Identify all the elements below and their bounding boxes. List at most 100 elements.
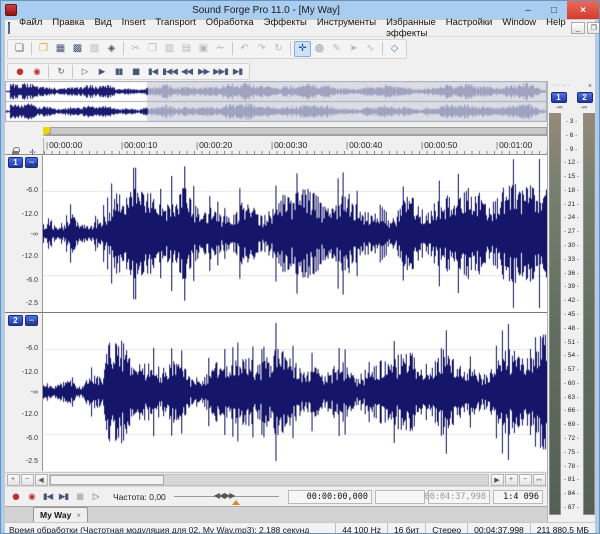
record-button[interactable]: ● — [11, 65, 28, 79]
mdi-minimize-button[interactable]: _ — [571, 22, 585, 34]
meter-channel-2-button[interactable]: 2 — [577, 92, 593, 103]
menu-item-7[interactable]: Эффекты — [259, 17, 312, 39]
trim-crop-icon[interactable]: ✁ — [212, 41, 229, 57]
overview-bar[interactable] — [5, 81, 547, 126]
meter-scale-value: 12 — [564, 160, 579, 166]
pencil-tool-icon[interactable]: ✎ — [328, 41, 345, 57]
play-mini-button[interactable]: ▷ — [88, 489, 103, 504]
render-as-icon[interactable]: ◈ — [103, 41, 120, 57]
zoom-out-time-button[interactable]: − — [519, 474, 532, 486]
stop-mini-button[interactable]: ■ — [72, 489, 87, 504]
go-to-end-button[interactable]: ▶▮ — [229, 65, 246, 79]
db-label: -12.0 — [22, 411, 38, 418]
meter-channel-1-button[interactable]: 1 — [551, 92, 567, 103]
zoom-ratio-field[interactable]: 1:4 096 — [493, 490, 543, 504]
document-tab[interactable]: My Way × — [33, 507, 88, 522]
event-tool-icon[interactable]: ➤ — [345, 41, 362, 57]
record-remote-button[interactable]: ◉ — [28, 65, 45, 79]
save-as-icon[interactable]: ▩ — [69, 41, 86, 57]
zoom-in-time-button[interactable]: + — [505, 474, 518, 486]
waveform-channel-1[interactable] — [43, 155, 547, 312]
meter-scale-value: 42 — [564, 298, 579, 304]
menu-item-1[interactable]: Файл — [14, 17, 47, 39]
zoom-fit-button[interactable]: ⇿ — [533, 474, 546, 486]
db-label: -∞ — [31, 231, 38, 238]
play-button[interactable]: ▶ — [93, 65, 110, 79]
time-ruler[interactable]: 00:00:0000:00:1000:00:2000:00:3000:00:40… — [43, 138, 547, 154]
channel-2-button[interactable]: 2 — [8, 315, 23, 326]
auto-snapshot-icon[interactable]: ◇ — [386, 41, 403, 57]
menu-item-10[interactable]: Настройки — [441, 17, 498, 39]
menu-item-6[interactable]: Обработка — [201, 17, 259, 39]
forward-button[interactable]: ▶▶ — [195, 65, 212, 79]
go-to-start-button[interactable]: ▮◀ — [144, 65, 161, 79]
tab-label: My Way — [40, 510, 71, 520]
panel-drag-handle[interactable]: ······ — [551, 84, 571, 88]
new-file-icon[interactable]: ❏ — [11, 41, 28, 57]
menu-item-8[interactable]: Инструменты — [312, 17, 381, 39]
go-to-end-mini-button[interactable]: ▶▮ — [56, 489, 71, 504]
selection-start-field[interactable] — [375, 490, 425, 504]
tab-close-icon[interactable]: × — [76, 511, 81, 520]
app-icon — [5, 4, 17, 16]
mdi-restore-button[interactable]: ❐ — [587, 22, 600, 34]
paste-special-icon[interactable]: ▤ — [178, 41, 195, 57]
cut-icon[interactable]: ✂ — [127, 41, 144, 57]
meter-scale-value: 87 — [564, 505, 579, 511]
save-icon[interactable]: ▦ — [52, 41, 69, 57]
cursor-position-field[interactable]: 00:00:00,000 — [288, 490, 372, 504]
meter-scale-value: 72 — [564, 436, 579, 442]
magnify-tool-icon[interactable]: ◎ — [311, 41, 328, 57]
waveform-channel-2[interactable] — [43, 313, 547, 471]
zoom-in-button[interactable]: + — [7, 474, 20, 486]
loop-playback-button[interactable]: ↻ — [52, 65, 69, 79]
scrub-slider-handle[interactable]: ◀◀▶▶ — [214, 491, 235, 500]
meter-scale-value: 15 — [564, 174, 579, 180]
envelope-tool-icon[interactable]: ∿ — [362, 41, 379, 57]
rewind-fast-button[interactable]: ▮◀◀ — [161, 65, 178, 79]
menu-item-2[interactable]: Правка — [47, 17, 89, 39]
go-to-start-mini-button[interactable]: ▮◀ — [40, 489, 55, 504]
menu-item-5[interactable]: Transport — [150, 17, 200, 39]
db-label: -6.0 — [26, 435, 38, 442]
ruler-label: 00:01:00 — [496, 140, 532, 150]
record-remote-mini-button[interactable]: ◉ — [24, 489, 39, 504]
undo-icon[interactable]: ↶ — [236, 41, 253, 57]
copy-icon[interactable]: ❐ — [144, 41, 161, 57]
scroll-right-button[interactable]: ▶ — [491, 474, 504, 486]
selection-end-field[interactable]: 00:04:37,998 — [428, 490, 490, 504]
scrub-slider[interactable]: ◀◀▶▶ — [174, 489, 279, 505]
paste-to-new-icon[interactable]: ▣ — [195, 41, 212, 57]
menu-item-9[interactable]: Избранные эффекты — [381, 17, 441, 39]
cursor-marker[interactable] — [43, 127, 50, 136]
record-mini-button[interactable]: ● — [8, 489, 23, 504]
stop-button[interactable]: ■ — [127, 65, 144, 79]
panel-close-icon[interactable]: × — [588, 83, 592, 90]
play-all-button[interactable]: ▷ — [76, 65, 93, 79]
menu-item-4[interactable]: Insert — [117, 17, 151, 39]
scroll-left-button[interactable]: ◀ — [35, 474, 48, 486]
menu-item-11[interactable]: Window — [497, 17, 541, 39]
open-file-icon[interactable]: ❐ — [35, 41, 52, 57]
edit-tool-icon[interactable]: ✛ — [294, 41, 311, 57]
redo-icon[interactable]: ↷ — [253, 41, 270, 57]
scrollbar-groove[interactable] — [49, 474, 489, 486]
scrollbar-thumb[interactable] — [50, 475, 164, 485]
forward-fast-button[interactable]: ▶▶▮ — [212, 65, 229, 79]
position-bar[interactable] — [5, 126, 547, 138]
close-button[interactable]: × — [567, 1, 599, 19]
channel-1-button[interactable]: 1 — [8, 157, 23, 168]
position-track[interactable] — [43, 127, 547, 136]
repeat-icon[interactable]: ↻ — [270, 41, 287, 57]
menu-item-12[interactable]: Help — [541, 17, 571, 39]
meter-scale-value: 27 — [564, 229, 579, 235]
rewind-button[interactable]: ◀◀ — [178, 65, 195, 79]
paste-icon[interactable]: ▥ — [161, 41, 178, 57]
pause-button[interactable]: ▮▮ — [110, 65, 127, 79]
app-window: Sound Forge Pro 11.0 - [My Way] – □ × Фа… — [0, 0, 600, 534]
overview-waveform[interactable] — [5, 81, 547, 122]
menu-item-3[interactable]: Вид — [89, 17, 116, 39]
save-all-icon[interactable]: ▧ — [86, 41, 103, 57]
zoom-out-button[interactable]: − — [21, 474, 34, 486]
document-icon — [8, 22, 10, 34]
